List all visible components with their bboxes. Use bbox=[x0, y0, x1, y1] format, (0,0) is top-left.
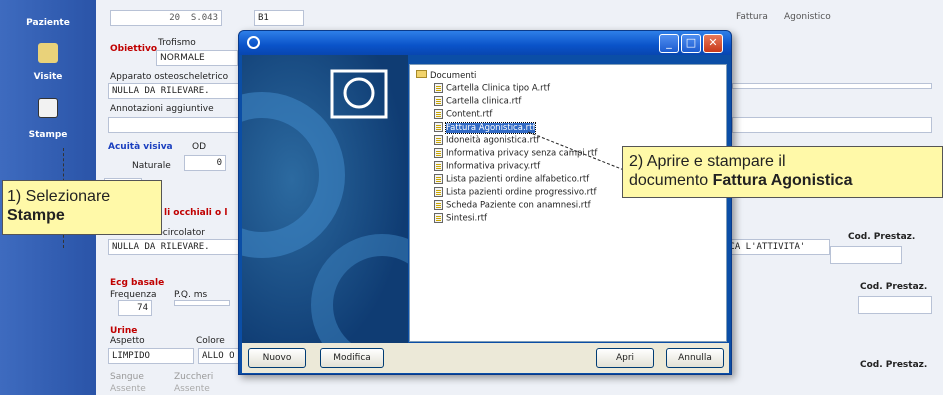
visit-number[interactable]: 20 S.043 bbox=[110, 10, 222, 26]
dialog-logo-art bbox=[242, 69, 408, 367]
visit-type-select[interactable]: Agonistico bbox=[784, 12, 831, 22]
file-item[interactable]: Sintesi.rtf bbox=[434, 213, 487, 224]
apri-button[interactable]: Apri bbox=[596, 348, 654, 368]
room-field[interactable]: B1 bbox=[254, 10, 304, 26]
annotazioni-field-right[interactable] bbox=[732, 117, 932, 133]
document-tree[interactable]: Documenti Cartella Clinica tipo A.rtf Car… bbox=[409, 64, 727, 342]
document-icon bbox=[434, 174, 443, 184]
folder-icon bbox=[416, 70, 427, 78]
decorative-artwork bbox=[242, 55, 408, 367]
apparato-field-right[interactable] bbox=[732, 83, 932, 89]
od-label: OD bbox=[192, 142, 207, 152]
patient-icon[interactable] bbox=[38, 43, 58, 63]
cod-prestaz-field-2[interactable] bbox=[858, 296, 932, 314]
colore-select[interactable]: ALLO O bbox=[198, 348, 240, 364]
document-icon bbox=[434, 187, 443, 197]
nuovo-button[interactable]: Nuovo bbox=[248, 348, 306, 368]
pq-field[interactable] bbox=[174, 300, 230, 306]
callout-2-leader bbox=[527, 131, 625, 171]
cod-prestaz-label-2: Cod. Prestaz. bbox=[860, 282, 928, 292]
file-name: Scheda Paziente con anamnesi.rtf bbox=[446, 200, 591, 211]
zuccheri-label: Zuccheri bbox=[174, 372, 214, 382]
document-icon bbox=[434, 83, 443, 93]
annulla-button[interactable]: Annulla bbox=[666, 348, 724, 368]
callout-2-text: 2) Aprire e stampare il bbox=[629, 153, 786, 170]
cod-prestaz-field[interactable] bbox=[830, 246, 902, 264]
frequenza-label: Frequenza bbox=[110, 290, 157, 300]
document-icon bbox=[434, 109, 443, 119]
callout-1: 1) Selezionare Stampe bbox=[2, 180, 162, 235]
cod-prestaz-label-3: Cod. Prestaz. bbox=[860, 360, 928, 370]
document-dialog: _ □ ✕ Documenti Cartella Clinica tipo A.… bbox=[238, 30, 732, 375]
occhiali-label: li occhiali o l bbox=[164, 208, 228, 218]
naturale-stepper[interactable]: 0 bbox=[184, 155, 226, 171]
callout-2-line2: documento Fattura Agonistica bbox=[629, 172, 853, 189]
callout-2: 2) Aprire e stampare il documento Fattur… bbox=[622, 146, 943, 198]
file-name: Content.rtf bbox=[446, 109, 493, 120]
zuccheri-select[interactable]: Assente bbox=[174, 384, 210, 394]
maximize-icon[interactable]: □ bbox=[681, 34, 701, 53]
app-icon bbox=[247, 36, 260, 49]
callout-1-text: 1) Selezionare bbox=[7, 188, 111, 205]
document-icon bbox=[434, 96, 443, 106]
cod-prestaz-label: Cod. Prestaz. bbox=[848, 232, 916, 242]
frequenza-field[interactable]: 74 bbox=[118, 300, 152, 316]
button-bar: Nuovo Modifica Apri Annulla bbox=[242, 343, 729, 373]
annotazioni-field[interactable] bbox=[108, 117, 240, 133]
document-icon bbox=[434, 200, 443, 210]
sangue-select[interactable]: Assente bbox=[110, 384, 146, 394]
apparato-label: Apparato osteoscheletrico bbox=[110, 72, 229, 82]
document-icon bbox=[434, 122, 443, 132]
document-icon bbox=[434, 213, 443, 223]
file-name: Cartella Clinica tipo A.rtf bbox=[446, 83, 551, 94]
cardio-field-right[interactable]: ICA L'ATTIVITA' bbox=[720, 239, 830, 255]
file-name: Cartella clinica.rtf bbox=[446, 96, 522, 107]
cardio-field[interactable]: NULLA DA RILEVARE. bbox=[108, 239, 240, 255]
file-item[interactable]: Cartella Clinica tipo A.rtf bbox=[434, 83, 550, 94]
file-item[interactable]: Scheda Paziente con anamnesi.rtf bbox=[434, 200, 591, 211]
file-item[interactable]: Cartella clinica.rtf bbox=[434, 96, 521, 107]
file-item[interactable]: Lista pazienti ordine progressivo.rtf bbox=[434, 187, 597, 198]
obiettivo-label: Obiettivo bbox=[110, 44, 158, 54]
ecg-label: Ecg basale bbox=[110, 278, 165, 288]
close-icon[interactable]: ✕ bbox=[703, 34, 723, 53]
callout-1-emphasis: Stampe bbox=[7, 207, 65, 224]
trofismo-field[interactable]: NORMALE bbox=[156, 50, 238, 66]
file-name: Sintesi.rtf bbox=[446, 213, 488, 224]
aspetto-select[interactable]: LIMPIDO bbox=[108, 348, 194, 364]
document-icon bbox=[434, 148, 443, 158]
doc-type-select[interactable]: Fattura bbox=[736, 12, 768, 22]
pq-label: P.Q. ms bbox=[174, 290, 208, 300]
file-item[interactable]: Content.rtf bbox=[434, 109, 492, 120]
modifica-button[interactable]: Modifica bbox=[320, 348, 384, 368]
urine-label: Urine bbox=[110, 326, 138, 336]
sidebar-item-visite[interactable]: Visite bbox=[0, 72, 96, 82]
file-name: Lista pazienti ordine progressivo.rtf bbox=[446, 187, 597, 198]
minimize-icon[interactable]: _ bbox=[659, 34, 679, 53]
annotazioni-label: Annotazioni aggiuntive bbox=[110, 104, 214, 114]
document-icon bbox=[434, 135, 443, 145]
aspetto-label: Aspetto bbox=[110, 336, 145, 346]
sidebar-item-paziente[interactable]: Paziente bbox=[0, 18, 96, 28]
document-icon bbox=[434, 161, 443, 171]
sangue-label: Sangue bbox=[110, 372, 144, 382]
acuita-label: Acuità visiva bbox=[108, 142, 173, 152]
dialog-titlebar[interactable]: _ □ ✕ bbox=[239, 31, 731, 55]
apparato-field[interactable]: NULLA DA RILEVARE. bbox=[108, 83, 240, 99]
naturale-label: Naturale bbox=[132, 161, 171, 171]
colore-label: Colore bbox=[196, 336, 225, 346]
notepad-icon[interactable] bbox=[38, 98, 58, 118]
sidebar-item-stampe[interactable]: Stampe bbox=[0, 130, 96, 140]
trofismo-label: Trofismo bbox=[158, 38, 196, 48]
folder-root[interactable]: Documenti bbox=[416, 70, 476, 81]
callout-2-emphasis: Fattura Agonistica bbox=[712, 172, 853, 189]
